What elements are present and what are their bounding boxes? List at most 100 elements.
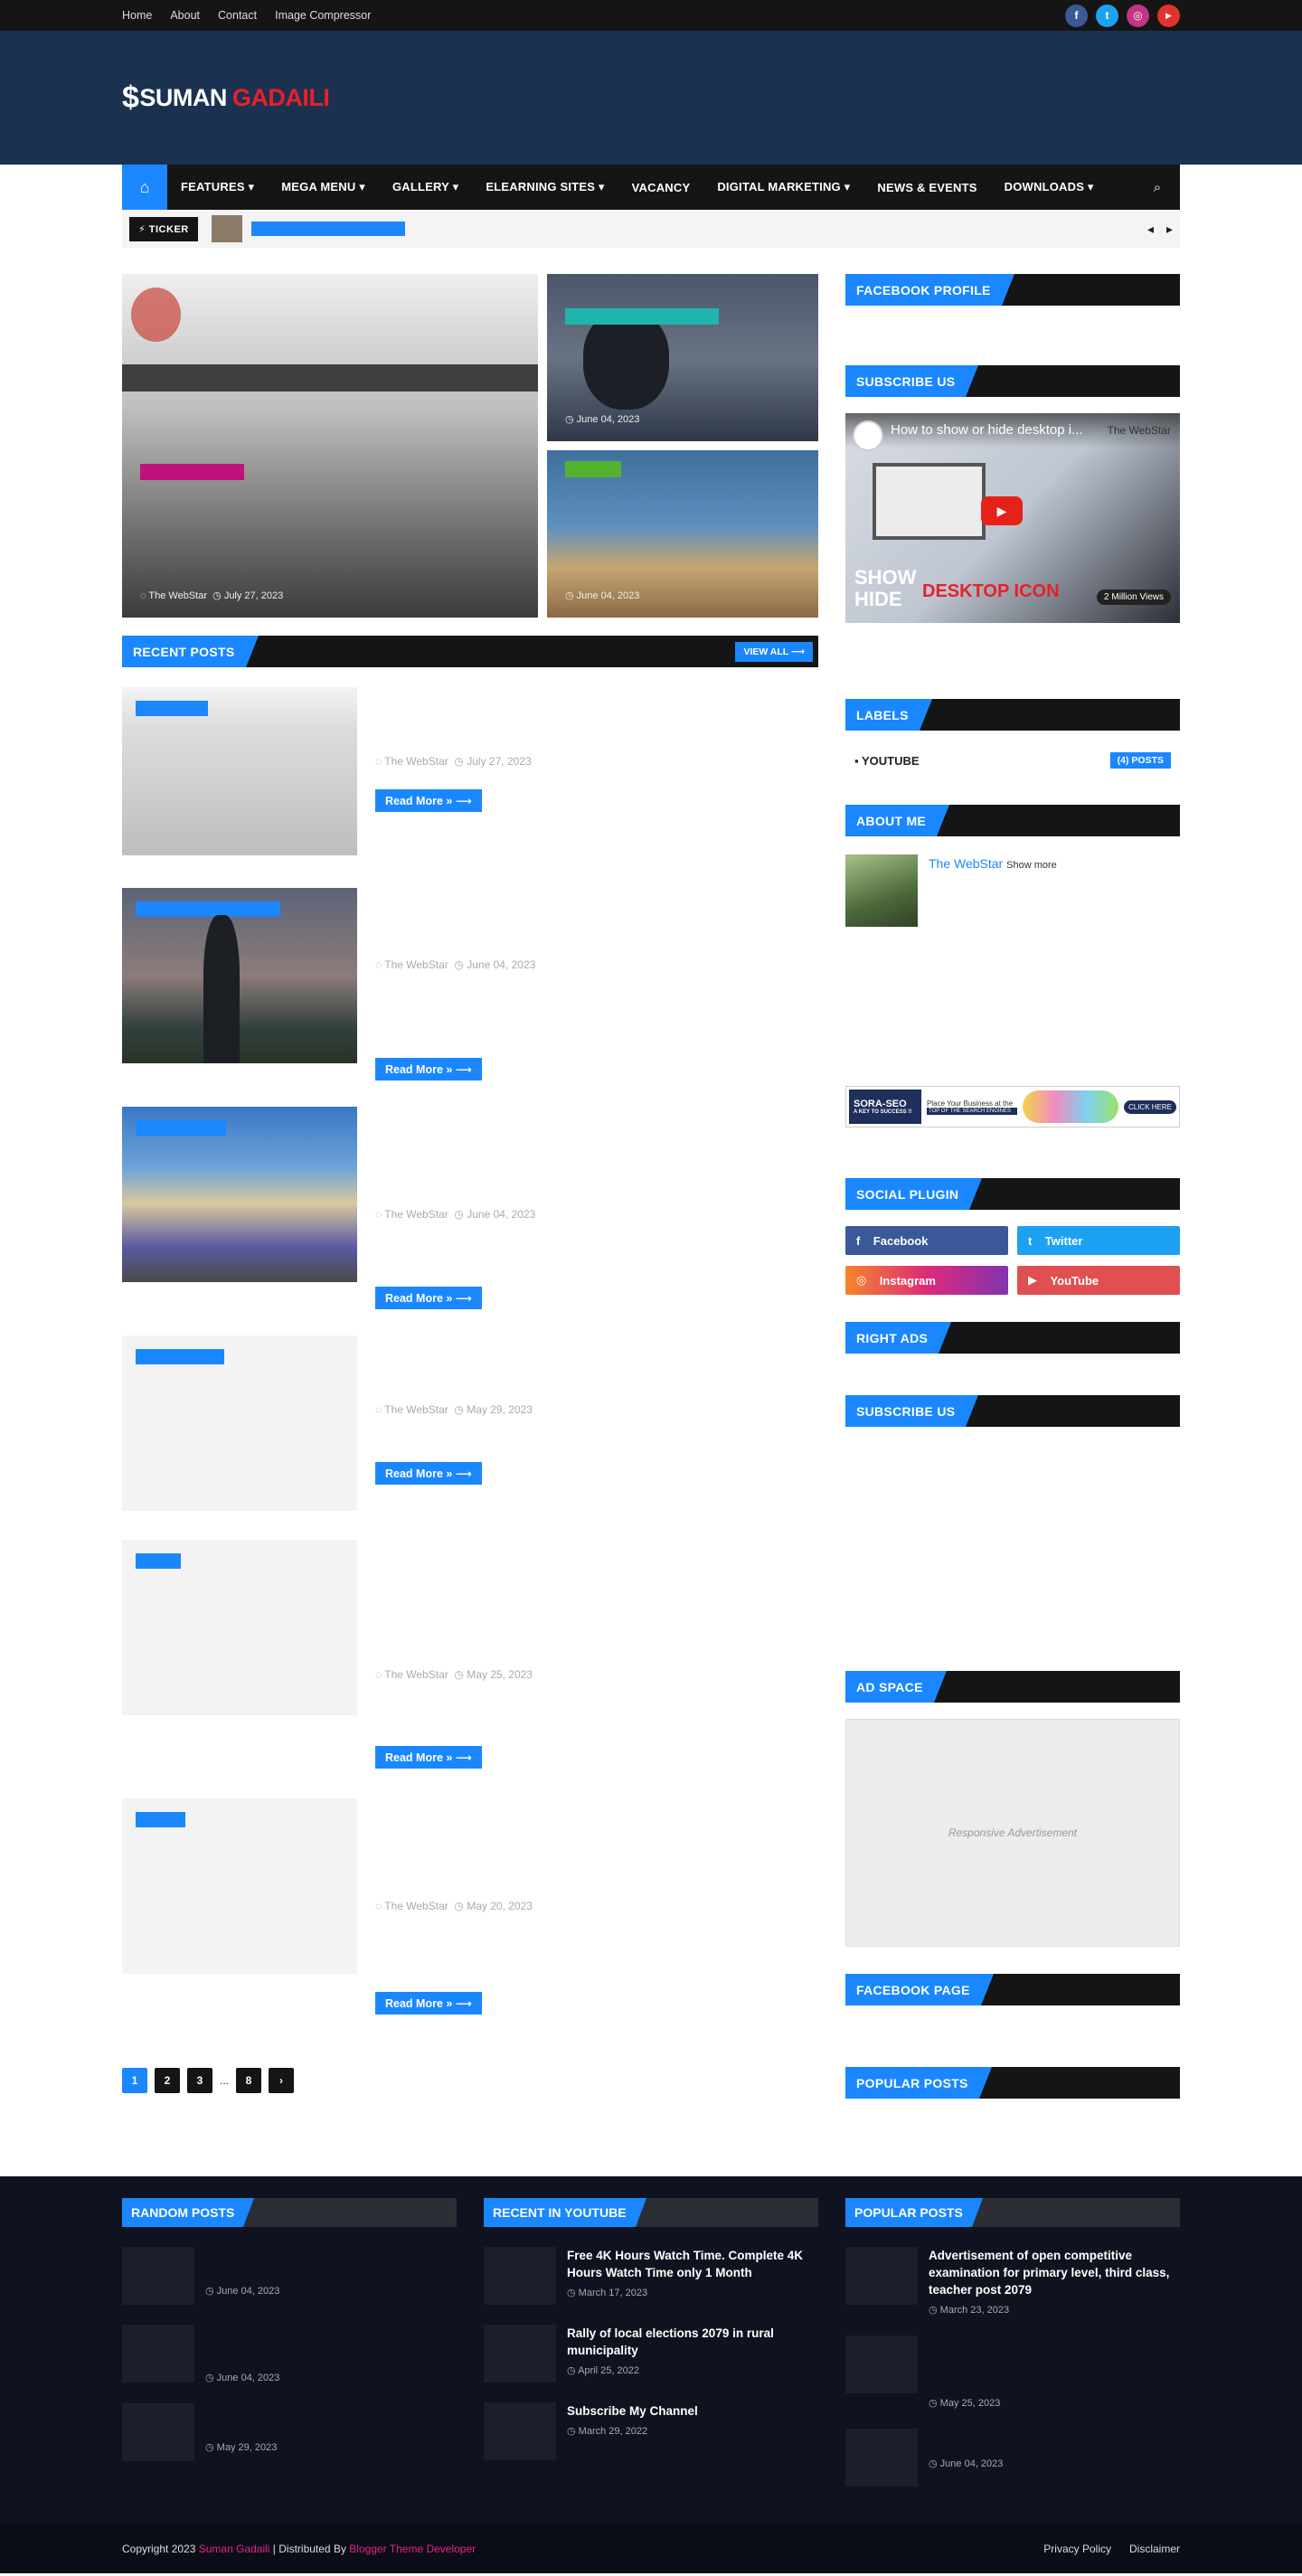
featured-post-bottom-right[interactable]: ◷ June 04, 2023 [547, 450, 818, 618]
sora-seo-banner[interactable]: SORA-SEO A KEY TO SUCCESS !! Place Your B… [845, 1086, 1180, 1128]
page-8-button[interactable]: 8 [236, 2068, 262, 2093]
post-category-badge[interactable] [136, 1120, 226, 1136]
read-more-button[interactable]: Read More » ⟶ [375, 1058, 482, 1080]
user-icon: ◌ [375, 958, 382, 971]
ticker-prev-icon[interactable]: ◂ [1147, 222, 1154, 237]
post-title[interactable]: Advertisement of open competitive examin… [929, 2247, 1180, 2298]
post-category-badge[interactable] [136, 701, 208, 716]
top-link-home[interactable]: Home [122, 9, 152, 22]
post-thumbnail[interactable] [122, 888, 357, 1063]
post-thumbnail[interactable] [122, 2403, 194, 2461]
post-title[interactable]: Rally of local elections 2079 in rural m… [567, 2325, 818, 2359]
site-logo[interactable]: $ SUMAN GADAILI [122, 80, 330, 116]
post-thumbnail[interactable] [122, 1798, 357, 1974]
post-thumbnail[interactable] [845, 2335, 918, 2393]
list-item[interactable]: Subscribe My Channel ◷ March 29, 2022 [484, 2402, 818, 2460]
post-thumbnail[interactable] [484, 2247, 556, 2305]
ticker-headline[interactable] [250, 222, 405, 236]
facebook-icon[interactable]: f [1065, 4, 1088, 27]
read-more-button[interactable]: Read More » ⟶ [375, 789, 482, 812]
post-thumbnail[interactable] [122, 2247, 194, 2305]
nav-item-elearning-sites[interactable]: ELEARNING SITES ▾ [472, 180, 618, 194]
list-item[interactable]: Rally of local elections 2079 in rural m… [484, 2325, 818, 2383]
post-thumbnail[interactable] [845, 2429, 918, 2486]
post-thumbnail[interactable] [484, 2325, 556, 2383]
page-3-button[interactable]: 3 [187, 2068, 212, 2093]
twitter-button[interactable]: t Twitter [1017, 1226, 1180, 1255]
list-item[interactable]: ◷ June 04, 2023 [122, 2247, 457, 2305]
list-item[interactable]: Free 4K Hours Watch Time. Complete 4K Ho… [484, 2247, 818, 2305]
nav-item-news-events[interactable]: NEWS & EVENTS [863, 181, 990, 194]
list-item[interactable]: ◷ May 29, 2023 [122, 2403, 457, 2461]
read-more-button[interactable]: Read More » ⟶ [375, 1287, 482, 1309]
post-category-badge[interactable] [140, 464, 244, 480]
post-thumbnail[interactable] [122, 1107, 357, 1282]
label-item[interactable]: ▪ YOUTUBE (4) POSTS [845, 752, 1180, 769]
read-more-button[interactable]: Read More » ⟶ [375, 1746, 482, 1769]
post-category-badge[interactable] [136, 901, 280, 917]
show-more-link[interactable]: Show more [1006, 860, 1057, 871]
post-author[interactable]: The WebStar [384, 1208, 448, 1221]
post-thumbnail[interactable] [484, 2402, 556, 2460]
nav-item-digital-marketing[interactable]: DIGITAL MARKETING ▾ [703, 180, 863, 194]
facebook-button[interactable]: f Facebook [845, 1226, 1008, 1255]
youtube-button[interactable]: ▶ YouTube [1017, 1266, 1180, 1295]
list-item[interactable]: ◷ June 04, 2023 [845, 2429, 1180, 2486]
site-name-link[interactable]: Suman Gadaili [199, 2543, 270, 2555]
top-link-image-compressor[interactable]: Image Compressor [275, 9, 371, 22]
post-category-badge[interactable] [136, 1349, 224, 1364]
nav-item-features[interactable]: FEATURES ▾ [167, 180, 268, 194]
top-link-about[interactable]: About [170, 9, 200, 22]
post-author[interactable]: The WebStar [384, 1668, 448, 1681]
nav-item-mega-menu[interactable]: MEGA MENU ▾ [268, 180, 379, 194]
next-page-button[interactable]: › [269, 2068, 295, 2093]
post-meta: ◌ The WebStar ◷ June 04, 2023 [375, 1208, 535, 1221]
top-link-contact[interactable]: Contact [218, 9, 257, 22]
instagram-icon[interactable]: ◎ [1127, 4, 1149, 27]
post-category-badge[interactable] [136, 1553, 181, 1569]
post-author[interactable]: The WebStar [384, 755, 448, 768]
list-item[interactable]: Advertisement of open competitive examin… [845, 2247, 1180, 2316]
post-category-badge[interactable] [136, 1812, 185, 1827]
post-thumbnail[interactable] [122, 1540, 357, 1715]
post-author[interactable]: The WebStar [384, 958, 448, 971]
featured-post-top-right[interactable]: ◷ June 04, 2023 [547, 274, 818, 441]
post-thumbnail[interactable] [845, 2247, 918, 2305]
youtube-video-embed[interactable]: How to show or hide desktop i... The Web… [845, 413, 1180, 623]
instagram-button[interactable]: ◎ Instagram [845, 1266, 1008, 1295]
post-title[interactable]: Subscribe My Channel [567, 2402, 698, 2420]
about-name-link[interactable]: The WebStar [929, 856, 1003, 871]
developer-link[interactable]: Blogger Theme Developer [349, 2543, 476, 2555]
ad-placeholder[interactable]: Responsive Advertisement [845, 1719, 1180, 1947]
play-icon[interactable]: ▶ [981, 496, 1023, 525]
nav-item-downloads[interactable]: DOWNLOADS ▾ [991, 180, 1108, 194]
list-item[interactable]: ◷ May 25, 2023 [845, 2335, 1180, 2409]
search-icon[interactable]: ⌕ [1135, 180, 1180, 195]
featured-post-big[interactable]: ◌ The WebStar ◷ July 27, 2023 [122, 274, 538, 618]
post-thumbnail[interactable] [122, 2325, 194, 2383]
post-category-badge[interactable] [565, 461, 621, 477]
post-date: May 25, 2023 [467, 1668, 533, 1681]
view-all-button[interactable]: VIEW ALL ⟶ [735, 642, 813, 662]
ticker-thumbnail[interactable] [211, 215, 242, 242]
page-1-button[interactable]: 1 [122, 2068, 147, 2093]
post-category-badge[interactable] [565, 308, 719, 325]
post-author[interactable]: The WebStar [384, 1900, 448, 1912]
twitter-icon[interactable]: t [1096, 4, 1118, 27]
ticker-next-icon[interactable]: ▸ [1166, 222, 1173, 237]
read-more-button[interactable]: Read More » ⟶ [375, 1462, 482, 1485]
nav-item-vacancy[interactable]: VACANCY [618, 181, 704, 194]
privacy-policy-link[interactable]: Privacy Policy [1043, 2543, 1111, 2555]
post-author[interactable]: The WebStar [148, 590, 207, 601]
home-button[interactable]: ⌂ [122, 165, 167, 210]
post-thumbnail[interactable] [122, 687, 357, 855]
nav-item-gallery[interactable]: GALLERY ▾ [379, 180, 472, 194]
post-author[interactable]: The WebStar [384, 1403, 448, 1416]
list-item[interactable]: ◷ June 04, 2023 [122, 2325, 457, 2383]
youtube-icon[interactable]: ▶ [1157, 4, 1180, 27]
post-thumbnail[interactable] [122, 1335, 357, 1511]
disclaimer-link[interactable]: Disclaimer [1129, 2543, 1180, 2555]
post-title[interactable]: Free 4K Hours Watch Time. Complete 4K Ho… [567, 2247, 818, 2281]
page-2-button[interactable]: 2 [155, 2068, 180, 2093]
read-more-button[interactable]: Read More » ⟶ [375, 1992, 482, 2015]
